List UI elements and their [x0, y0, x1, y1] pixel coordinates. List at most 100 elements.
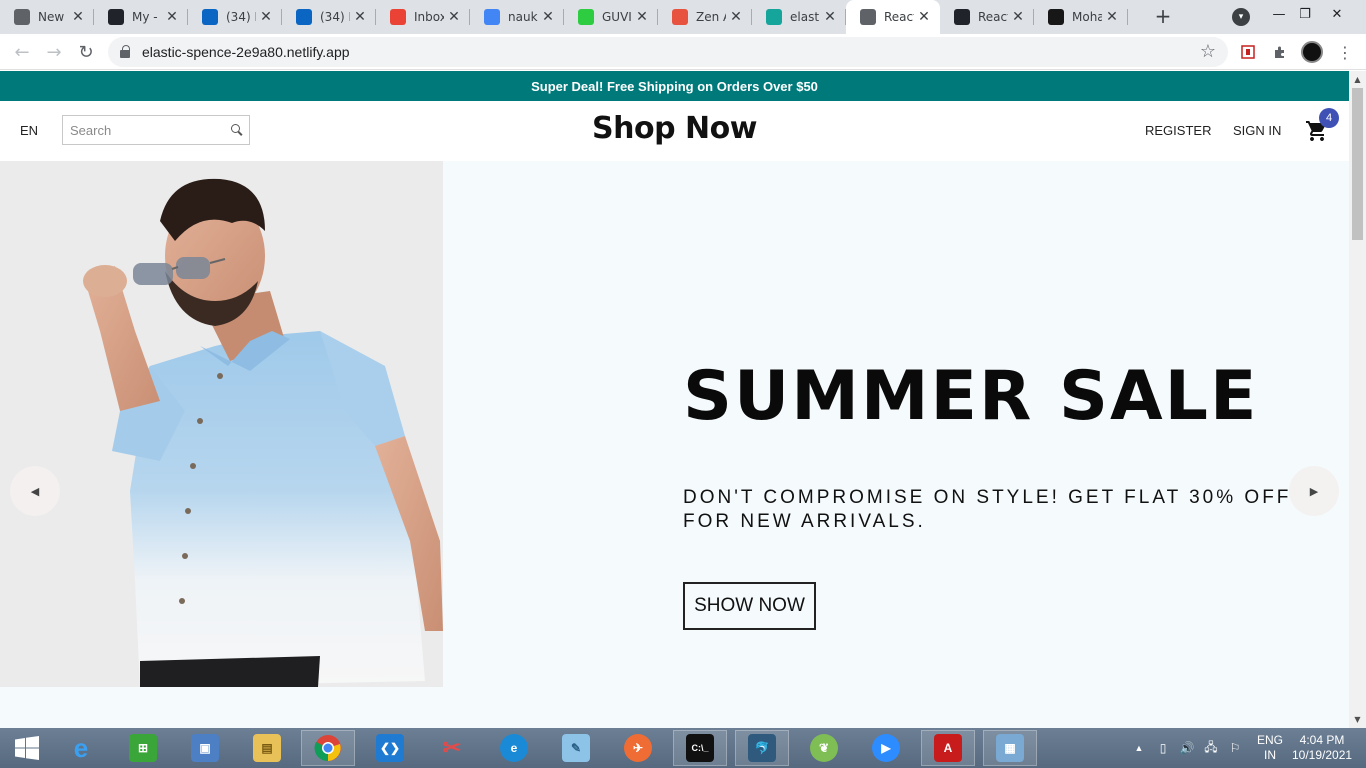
linkedin-icon: [202, 9, 218, 25]
tab-close-icon[interactable]: ✕: [540, 9, 556, 25]
internet-explorer-icon[interactable]: e: [54, 730, 108, 766]
close-window-icon[interactable]: ✕: [1322, 0, 1352, 28]
notepad-icon[interactable]: ✎: [549, 730, 603, 766]
system-clock[interactable]: 4:04 PM 10/19/2021: [1292, 733, 1352, 763]
profile-avatar[interactable]: [1301, 41, 1323, 63]
forward-icon[interactable]: →: [42, 40, 66, 64]
tab-close-icon[interactable]: ✕: [352, 9, 368, 25]
gmail-icon: [390, 9, 406, 25]
command-prompt-icon[interactable]: C:\_: [673, 730, 727, 766]
chrome-icon: [14, 9, 30, 25]
browser-tab-strip: New T✕My - I✕(34) Ir✕(34) M✕Inbox✕naukr✕…: [0, 0, 1366, 34]
postman-icon[interactable]: ✈: [611, 730, 665, 766]
tab-close-icon[interactable]: ✕: [164, 9, 180, 25]
tab-title: My - I: [132, 10, 162, 24]
search-icon[interactable]: [231, 124, 243, 136]
mongodb-compass-icon[interactable]: ❦: [797, 730, 851, 766]
tab-close-icon[interactable]: ✕: [258, 9, 274, 25]
browser-tab[interactable]: Zen A✕: [658, 0, 752, 34]
page-scrollbar[interactable]: ▲ ▼: [1349, 71, 1366, 728]
tab-close-icon[interactable]: ✕: [822, 9, 838, 25]
tab-title: GUVI: [602, 10, 632, 24]
windows-taskbar: e ⊞ ▣ ▤ ❮❯ ✂ e ✎ ✈ C:\_ 🐬 ❦ ▶ A ▦ ▲ ▯ 🔊 …: [0, 728, 1366, 768]
globe-icon: [860, 9, 876, 25]
tab-close-icon[interactable]: ✕: [728, 9, 744, 25]
site-navbar: EN Shop Now REGISTER SIGN IN 4: [0, 101, 1349, 161]
acrobat-reader-icon[interactable]: A: [921, 730, 975, 766]
network-icon[interactable]: 🖧: [1202, 728, 1220, 768]
chrome-taskbar-icon[interactable]: [301, 730, 355, 766]
tab-close-icon[interactable]: ✕: [70, 9, 86, 25]
browser-tab[interactable]: Moha ✕: [1034, 0, 1128, 34]
battery-icon[interactable]: ▯: [1154, 728, 1172, 768]
language-selector[interactable]: EN: [20, 123, 38, 138]
announcement-bar: Super Deal! Free Shipping on Orders Over…: [0, 71, 1349, 101]
vscode-icon[interactable]: ❮❯: [363, 730, 417, 766]
browser-tab[interactable]: (34) M✕: [282, 0, 376, 34]
input-language-indicator[interactable]: ENG IN: [1256, 733, 1284, 763]
tab-title: Moha: [1072, 10, 1102, 24]
start-button[interactable]: [0, 730, 54, 766]
lock-icon[interactable]: [120, 45, 130, 58]
sign-in-link[interactable]: SIGN IN: [1233, 123, 1281, 138]
mysql-workbench-icon[interactable]: 🐬: [735, 730, 789, 766]
scroll-down-icon[interactable]: ▼: [1349, 711, 1366, 728]
show-now-button[interactable]: SHOW NOW: [683, 582, 816, 630]
browser-tab[interactable]: React✕: [846, 0, 940, 34]
browser-toolbar: ← → ↻ elastic-spence-2e9a80.netlify.app …: [0, 34, 1366, 70]
browser-tab[interactable]: Inbox ✕: [376, 0, 470, 34]
tab-title: naukr: [508, 10, 538, 24]
back-icon[interactable]: ←: [10, 40, 34, 64]
store-icon[interactable]: ⊞: [116, 730, 170, 766]
linkedin-icon: [296, 9, 312, 25]
netlify-icon: [766, 9, 782, 25]
scrollbar-thumb[interactable]: [1352, 88, 1363, 240]
zen-icon: [672, 9, 688, 25]
tab-close-icon[interactable]: ✕: [916, 9, 932, 25]
browser-tab[interactable]: New T✕: [0, 0, 94, 34]
edge-icon[interactable]: e: [487, 730, 541, 766]
new-tab-button[interactable]: +: [1152, 4, 1174, 28]
tab-close-icon[interactable]: ✕: [634, 9, 650, 25]
bookmark-star-icon[interactable]: ☆: [1200, 41, 1216, 62]
clock-time: 4:04 PM: [1299, 733, 1345, 747]
cart-count-badge: 4: [1319, 108, 1339, 128]
browser-tab[interactable]: naukr✕: [470, 0, 564, 34]
url-text[interactable]: elastic-spence-2e9a80.netlify.app: [142, 44, 350, 60]
extension-icon[interactable]: [1238, 42, 1258, 62]
tab-title: Inbox: [414, 10, 444, 24]
region-code: IN: [1264, 748, 1276, 762]
snipping-tool-icon[interactable]: ✂: [425, 730, 479, 766]
browser-tab[interactable]: GUVI ✕: [564, 0, 658, 34]
slider-prev-arrow[interactable]: ◀: [10, 466, 60, 516]
browser-tab[interactable]: (34) Ir✕: [188, 0, 282, 34]
zoom-icon[interactable]: ▶: [859, 730, 913, 766]
control-panel-icon[interactable]: ▣: [178, 730, 232, 766]
address-bar[interactable]: elastic-spence-2e9a80.netlify.app ☆: [108, 37, 1228, 67]
react-icon: [108, 9, 124, 25]
action-center-icon[interactable]: ⚐: [1226, 728, 1244, 768]
tab-title: React: [884, 10, 914, 24]
volume-icon[interactable]: 🔊: [1178, 728, 1196, 768]
tab-close-icon[interactable]: ✕: [446, 9, 462, 25]
tab-close-icon[interactable]: ✕: [1010, 9, 1026, 25]
tab-title: (34) M: [320, 10, 350, 24]
file-explorer-icon[interactable]: ▤: [240, 730, 294, 766]
browser-tab[interactable]: elastic✕: [752, 0, 846, 34]
tab-close-icon[interactable]: ✕: [1104, 9, 1120, 25]
extensions-puzzle-icon[interactable]: [1270, 42, 1290, 62]
browser-menu-icon[interactable]: ⋮: [1336, 42, 1354, 62]
search-input[interactable]: [63, 116, 223, 144]
tab-title: React: [978, 10, 1008, 24]
photos-icon[interactable]: ▦: [983, 730, 1037, 766]
browser-tab[interactable]: React✕: [940, 0, 1034, 34]
restore-icon[interactable]: ❐: [1290, 0, 1320, 28]
slider-next-arrow[interactable]: ▶: [1289, 466, 1339, 516]
browser-tab[interactable]: My - I ✕: [94, 0, 188, 34]
register-link[interactable]: REGISTER: [1145, 123, 1211, 138]
tab-search-icon[interactable]: ▾: [1232, 8, 1250, 26]
language-code: ENG: [1256, 733, 1283, 747]
scroll-up-icon[interactable]: ▲: [1349, 71, 1366, 88]
reload-icon[interactable]: ↻: [74, 40, 98, 64]
show-hidden-icons[interactable]: ▲: [1132, 728, 1146, 768]
